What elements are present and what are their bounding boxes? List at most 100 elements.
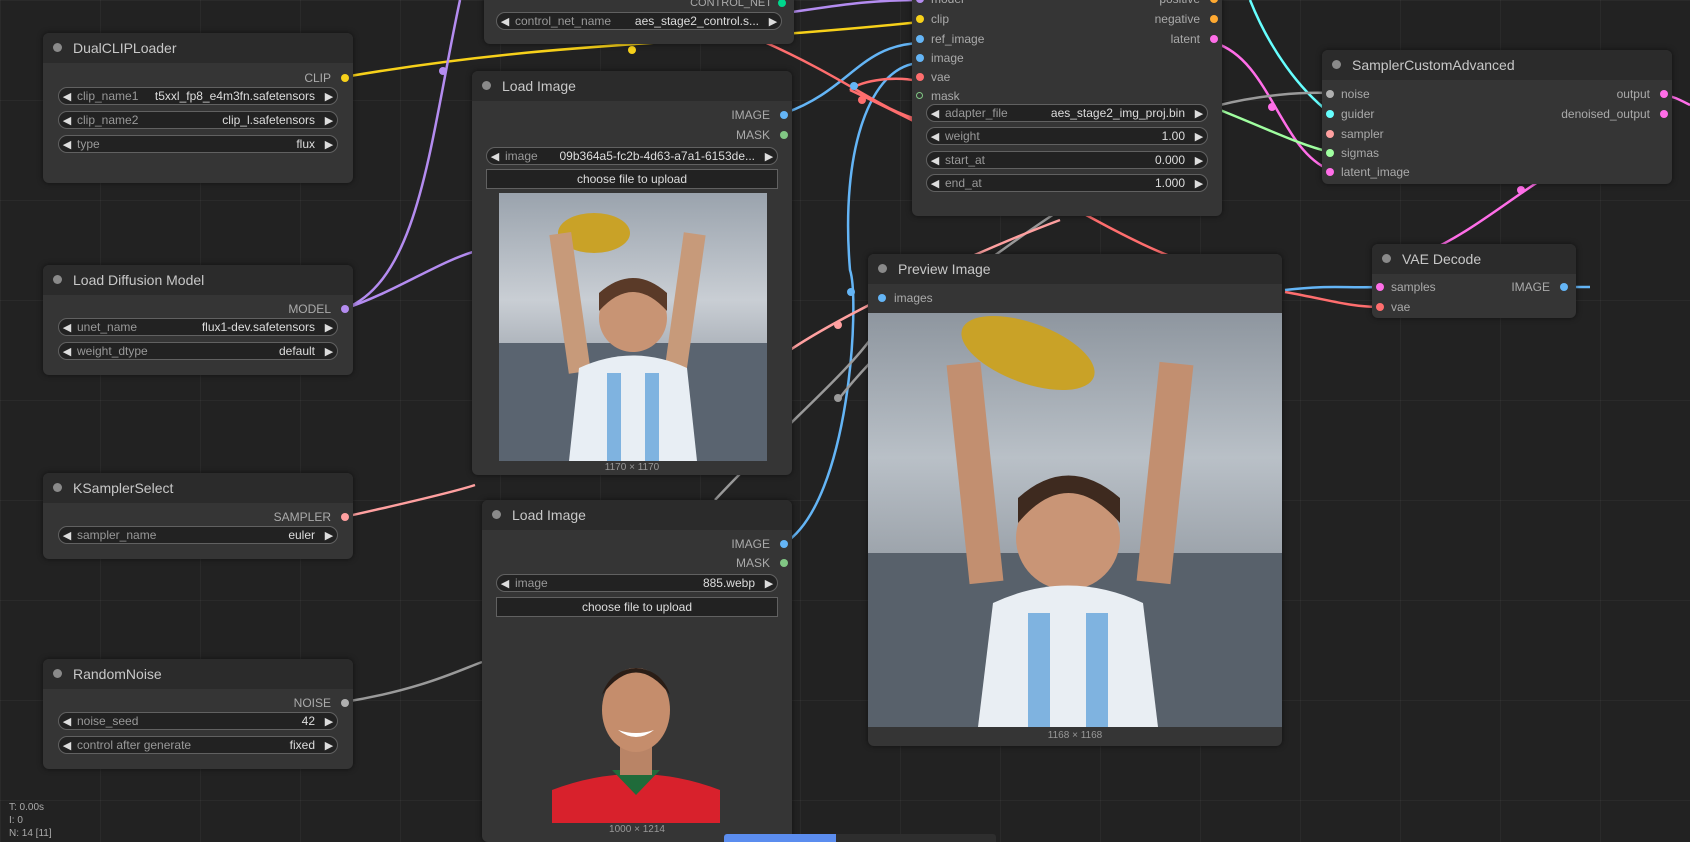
arrow-right-icon[interactable]: ▶ [321,321,337,334]
controlnet-loader-node[interactable]: CONTROL_NET ◀ control_net_name aes_stage… [484,0,794,44]
ksampler-select-node[interactable]: KSamplerSelect SAMPLER ◀ sampler_name eu… [43,473,353,559]
arrow-right-icon[interactable]: ▶ [321,138,337,151]
image-select-widget[interactable]: ◀ image 09b364a5-fc2b-4d63-a7a1-6153de..… [486,147,778,165]
clip-name2-widget[interactable]: ◀ clip_name2 clip_l.safetensors ▶ [58,111,338,129]
image-output-socket[interactable] [1560,283,1568,291]
control-after-generate-widget[interactable]: ◀ control after generate fixed ▶ [58,736,338,754]
node-title[interactable]: SamplerCustomAdvanced [1322,50,1672,80]
node-title[interactable]: Load Image [472,71,792,101]
collapse-dot-icon[interactable] [492,510,501,519]
noise-seed-widget[interactable]: ◀ noise_seed 42 ▶ [58,712,338,730]
ip-adapter-node[interactable]: model clip ref_image image vae mask posi… [912,0,1222,216]
collapse-dot-icon[interactable] [53,483,62,492]
arrow-left-icon[interactable]: ◀ [59,739,75,752]
arrow-left-icon[interactable]: ◀ [927,177,943,190]
latent-image-input-socket[interactable] [1326,168,1334,176]
random-noise-node[interactable]: RandomNoise NOISE ◀ noise_seed 42 ▶ ◀ co… [43,659,353,769]
dual-clip-loader-node[interactable]: DualCLIPLoader CLIP ◀ clip_name1 t5xxl_f… [43,33,353,183]
arrow-right-icon[interactable]: ▶ [1191,130,1207,143]
node-title[interactable]: Preview Image [868,254,1282,284]
negative-output-socket[interactable] [1210,15,1218,23]
arrow-left-icon[interactable]: ◀ [927,107,943,120]
model-input-socket[interactable] [916,0,924,3]
arrow-right-icon[interactable]: ▶ [761,577,777,590]
mask-output-socket[interactable] [780,559,788,567]
node-title[interactable]: VAE Decode [1372,244,1576,274]
arrow-right-icon[interactable]: ▶ [321,739,337,752]
collapse-dot-icon[interactable] [1382,254,1391,263]
arrow-right-icon[interactable]: ▶ [1191,177,1207,190]
clip-output-socket[interactable] [341,74,349,82]
arrow-left-icon[interactable]: ◀ [497,15,513,28]
clip-name1-widget[interactable]: ◀ clip_name1 t5xxl_fp8_e4m3fn.safetensor… [58,87,338,105]
vae-input-socket[interactable] [916,73,924,81]
noise-input-socket[interactable] [1326,90,1334,98]
images-input-socket[interactable] [878,294,886,302]
sampler-custom-advanced-node[interactable]: SamplerCustomAdvanced noise guider sampl… [1322,50,1672,184]
image-output-socket[interactable] [780,540,788,548]
arrow-right-icon[interactable]: ▶ [1191,107,1207,120]
preview-image-node[interactable]: Preview Image images 1168 × 1168 [868,254,1282,746]
sampler-input-socket[interactable] [1326,130,1334,138]
arrow-left-icon[interactable]: ◀ [59,345,75,358]
choose-file-button[interactable]: choose file to upload [486,169,778,189]
arrow-left-icon[interactable]: ◀ [59,90,75,103]
start-at-widget[interactable]: ◀ start_at 0.000 ▶ [926,151,1208,169]
weight-dtype-widget[interactable]: ◀ weight_dtype default ▶ [58,342,338,360]
ref-image-input-socket[interactable] [916,35,924,43]
collapse-dot-icon[interactable] [482,81,491,90]
collapse-dot-icon[interactable] [878,264,887,273]
sampler-name-widget[interactable]: ◀ sampler_name euler ▶ [58,526,338,544]
choose-file-button[interactable]: choose file to upload [496,597,778,617]
node-title[interactable]: Load Image [482,500,792,530]
clip-type-widget[interactable]: ◀ type flux ▶ [58,135,338,153]
arrow-right-icon[interactable]: ▶ [765,15,781,28]
samples-input-socket[interactable] [1376,283,1384,291]
arrow-left-icon[interactable]: ◀ [59,529,75,542]
sigmas-input-socket[interactable] [1326,149,1334,157]
image-input-socket[interactable] [916,54,924,62]
load-image-node-1[interactable]: Load Image IMAGE MASK ◀ image 09b364a5-f… [472,71,792,475]
arrow-left-icon[interactable]: ◀ [927,130,943,143]
image-output-socket[interactable] [780,111,788,119]
arrow-left-icon[interactable]: ◀ [59,138,75,151]
arrow-left-icon[interactable]: ◀ [59,715,75,728]
arrow-right-icon[interactable]: ▶ [321,529,337,542]
mask-output-socket[interactable] [780,131,788,139]
guider-input-socket[interactable] [1326,110,1334,118]
arrow-right-icon[interactable]: ▶ [321,90,337,103]
end-at-widget[interactable]: ◀ end_at 1.000 ▶ [926,174,1208,192]
arrow-left-icon[interactable]: ◀ [59,321,75,334]
noise-output-socket[interactable] [341,699,349,707]
clip-input-socket[interactable] [916,15,924,23]
node-title[interactable]: RandomNoise [43,659,353,689]
image-select-widget[interactable]: ◀ image 885.webp ▶ [496,574,778,592]
collapse-dot-icon[interactable] [53,275,62,284]
control-net-output-socket[interactable] [778,0,786,7]
adapter-file-widget[interactable]: ◀ adapter_file aes_stage2_img_proj.bin ▶ [926,104,1208,122]
latent-output-socket[interactable] [1210,35,1218,43]
arrow-left-icon[interactable]: ◀ [59,114,75,127]
arrow-right-icon[interactable]: ▶ [1191,154,1207,167]
collapse-dot-icon[interactable] [1332,60,1341,69]
denoised-output-socket[interactable] [1660,110,1668,118]
weight-widget[interactable]: ◀ weight 1.00 ▶ [926,127,1208,145]
arrow-left-icon[interactable]: ◀ [927,154,943,167]
collapse-dot-icon[interactable] [53,669,62,678]
load-image-node-2[interactable]: Load Image IMAGE MASK ◀ image 885.webp ▶… [482,500,792,842]
sampler-output-socket[interactable] [341,513,349,521]
mask-input-socket[interactable] [916,92,923,99]
model-output-socket[interactable] [341,305,349,313]
vae-input-socket[interactable] [1376,303,1384,311]
vae-decode-node[interactable]: VAE Decode samples vae IMAGE [1372,244,1576,318]
control-net-name-widget[interactable]: ◀ control_net_name aes_stage2_control.s.… [496,12,782,30]
arrow-left-icon[interactable]: ◀ [497,577,513,590]
output-output-socket[interactable] [1660,90,1668,98]
positive-output-socket[interactable] [1210,0,1218,3]
arrow-right-icon[interactable]: ▶ [321,114,337,127]
node-title[interactable]: DualCLIPLoader [43,33,353,63]
load-diffusion-model-node[interactable]: Load Diffusion Model MODEL ◀ unet_name f… [43,265,353,375]
node-title[interactable]: KSamplerSelect [43,473,353,503]
unet-name-widget[interactable]: ◀ unet_name flux1-dev.safetensors ▶ [58,318,338,336]
arrow-right-icon[interactable]: ▶ [321,715,337,728]
